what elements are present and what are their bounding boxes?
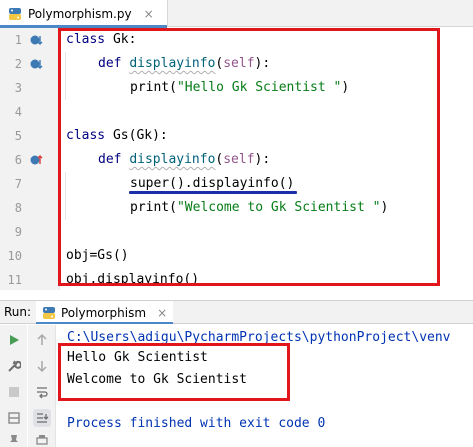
- settings-button[interactable]: [5, 357, 23, 375]
- line-number: 4: [14, 105, 22, 119]
- soft-wrap-icon: [37, 387, 48, 399]
- editor-tab-bar: Polymorphism.py ×: [0, 0, 473, 28]
- overridden-icon[interactable]: [29, 33, 43, 47]
- run-toolbar-right: [28, 325, 55, 447]
- overridden-icon[interactable]: [29, 57, 43, 71]
- run-tab-polymorphism[interactable]: Polymorphism ×: [36, 301, 174, 324]
- line-number: 11: [7, 273, 22, 287]
- run-toolbar-left: [0, 325, 27, 447]
- close-icon[interactable]: ×: [144, 7, 154, 21]
- layout-button[interactable]: [5, 409, 23, 427]
- layout-icon: [8, 412, 20, 424]
- code-highlight-box: [58, 28, 440, 286]
- line-number: 10: [7, 249, 22, 263]
- pin-icon: [10, 435, 18, 442]
- pin-button[interactable]: [5, 431, 23, 447]
- tab-label: Polymorphism.py: [28, 6, 132, 21]
- wrench-icon: [8, 360, 21, 372]
- scroll-up-button[interactable]: [33, 331, 51, 349]
- line-number: 1: [14, 33, 22, 47]
- line-number: 2: [14, 57, 22, 71]
- line-number: 9: [14, 225, 22, 239]
- stop-icon: [9, 387, 19, 397]
- line-number: 6: [14, 153, 22, 167]
- run-label: Run:: [4, 305, 32, 319]
- play-icon: [10, 335, 19, 345]
- line-number: 7: [14, 177, 22, 191]
- editor-gutter: 1 2 3 4 5 6 7 8 9 10 11 12: [0, 28, 60, 290]
- print-button[interactable]: [33, 431, 51, 447]
- stop-button[interactable]: [5, 383, 23, 401]
- run-tool-header: Run: Polymorphism ×: [0, 300, 473, 324]
- line-number: 5: [14, 129, 22, 143]
- console-exit-message: Process finished with exit code 0: [67, 416, 326, 431]
- scroll-to-end-icon: [37, 413, 49, 423]
- print-icon: [36, 435, 48, 445]
- super-call-underline: [129, 191, 297, 194]
- output-highlight-box: [58, 343, 290, 401]
- run-tab-label: Polymorphism: [61, 305, 147, 320]
- scroll-to-end-button[interactable]: [33, 409, 51, 427]
- arrow-down-icon: [37, 361, 47, 373]
- scroll-down-button[interactable]: [33, 357, 51, 375]
- python-file-icon: [9, 7, 21, 20]
- tab-polymorphism-py[interactable]: Polymorphism.py ×: [0, 0, 168, 28]
- python-file-icon: [43, 306, 55, 319]
- soft-wrap-button[interactable]: [33, 383, 51, 401]
- arrow-up-icon: [37, 333, 47, 345]
- line-number: 8: [14, 201, 22, 215]
- line-number: 3: [14, 81, 22, 95]
- rerun-button[interactable]: [5, 331, 23, 349]
- overrides-icon[interactable]: [29, 153, 43, 167]
- close-icon[interactable]: ×: [157, 306, 167, 320]
